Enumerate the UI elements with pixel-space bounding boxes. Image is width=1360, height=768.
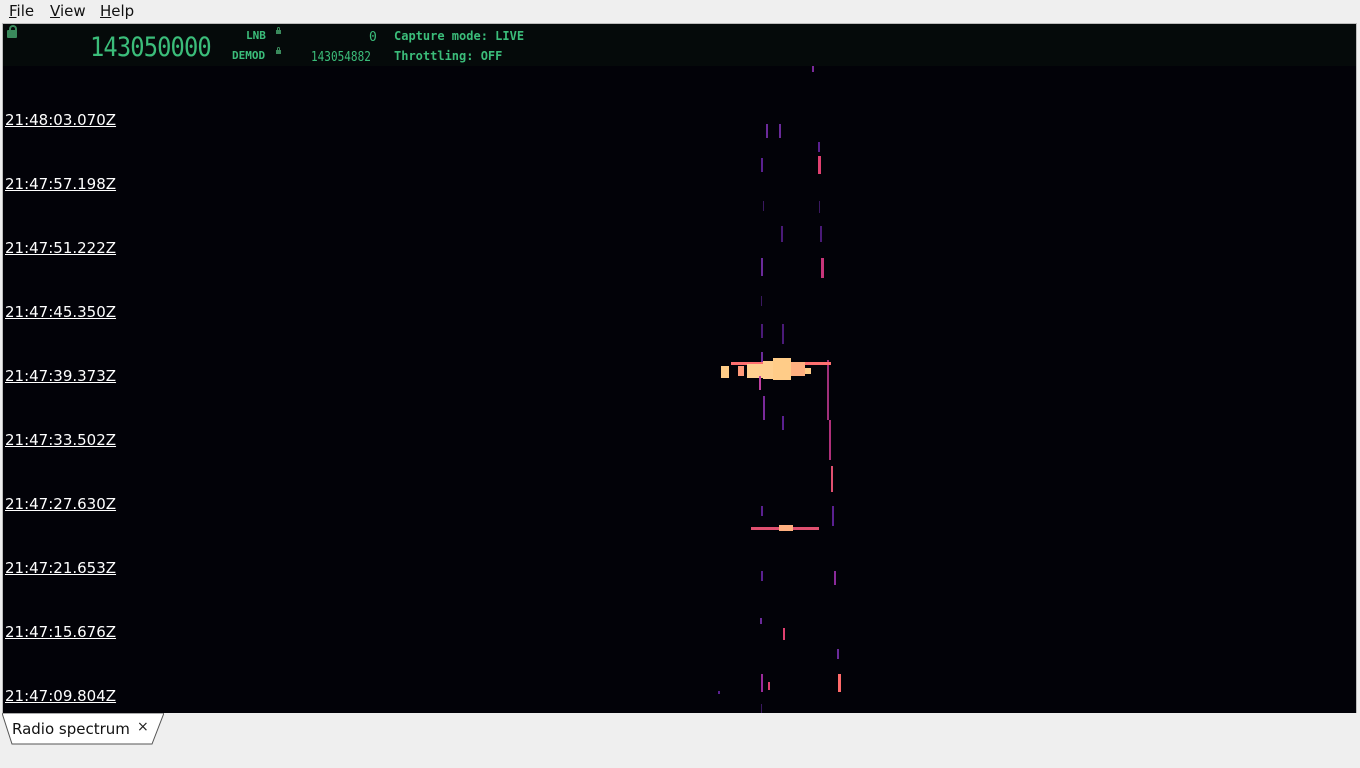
main-frequency-display[interactable]: 143050000 [90,34,212,61]
timestamp-label: 21:47:15.676Z [5,623,117,641]
lnb-label: LNB [246,29,266,42]
receiver-header: 143050000 LNB 0 DEMOD 143054882 Capture … [3,24,1356,66]
tab-bar: Radio spectrum × [0,713,1360,768]
demod-frequency[interactable]: 143054882 [311,50,371,65]
timestamp-label: 21:47:51.222Z [5,239,117,257]
lock-icon[interactable] [7,25,17,38]
throttling-status: Throttling: OFF [394,49,503,63]
lnb-value[interactable]: 0 [369,30,377,45]
timestamp-label: 21:47:21.653Z [5,559,117,577]
tab-radio-spectrum[interactable]: Radio spectrum × [2,713,164,745]
menu-bar: File View Help [0,0,1360,22]
capture-mode-status: Capture mode: LIVE [394,29,525,43]
menu-file[interactable]: File [9,2,34,20]
demod-lock-icon[interactable] [276,47,281,54]
timestamp-label: 21:47:45.350Z [5,303,117,321]
close-icon[interactable]: × [137,719,149,735]
spectrum-panel: 143050000 LNB 0 DEMOD 143054882 Capture … [2,23,1357,715]
timestamp-label: 21:48:03.070Z [5,111,117,129]
timestamp-label: 21:47:33.502Z [5,431,117,449]
timestamp-label: 21:47:39.373Z [5,367,117,385]
demod-label: DEMOD [232,49,266,62]
timestamp-label: 21:47:57.198Z [5,175,117,193]
menu-help[interactable]: Help [100,2,134,20]
tab-label: Radio spectrum [12,720,130,738]
timestamp-label: 21:47:09.804Z [5,687,117,705]
timestamp-label: 21:47:27.630Z [5,495,117,513]
menu-view[interactable]: View [50,2,86,20]
waterfall-display[interactable] [3,66,1356,714]
lnb-lock-icon[interactable] [276,27,281,34]
